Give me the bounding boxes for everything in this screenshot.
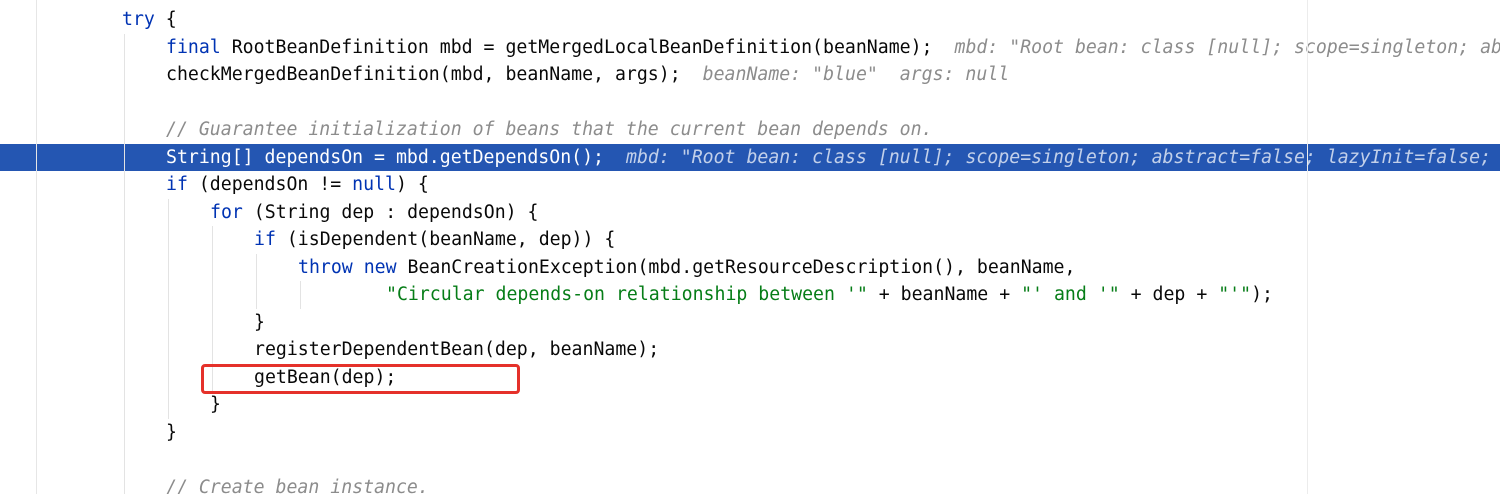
code-token: (dependsOn !=	[187, 174, 353, 195]
code-token-keyword: if	[254, 229, 276, 250]
code-token: registerDependentBean(dep, beanName);	[254, 339, 660, 360]
code-string: "'"	[1218, 284, 1252, 305]
indent-guide	[168, 199, 169, 419]
code-token-keyword: if	[166, 174, 188, 195]
code-comment: // Create bean instance.	[166, 476, 429, 494]
code-line[interactable]: // Create bean instance.	[0, 474, 1500, 494]
code-token: BeanCreationException(mbd.getResourceDes…	[396, 256, 1076, 278]
code-area[interactable]: try { final RootBeanDefinition mbd = get…	[0, 6, 1500, 494]
code-token: }	[210, 394, 221, 415]
code-line[interactable]: // Guarantee initialization of beans tha…	[0, 116, 1500, 144]
code-line[interactable]: checkMergedBeanDefinition(mbd, beanName,…	[0, 61, 1500, 89]
code-token: {	[154, 9, 177, 30]
right-margin-guide	[1307, 0, 1308, 494]
code-line[interactable]: registerDependentBean(dep, beanName);	[0, 336, 1500, 364]
code-line[interactable]: try {	[0, 6, 1500, 34]
code-token: (String dep : dependsOn) {	[242, 201, 539, 223]
code-editor[interactable]: try { final RootBeanDefinition mbd = get…	[0, 0, 1500, 494]
code-token: String[] dependsOn = mbd.getDependsOn();	[166, 146, 604, 168]
code-string: "Circular depends-on relationship betwee…	[386, 284, 868, 305]
code-token: );	[1251, 284, 1273, 305]
code-token: + beanName +	[867, 284, 1022, 305]
execution-point-line[interactable]: String[] dependsOn = mbd.getDependsOn();…	[0, 143, 1500, 171]
indent-guide	[300, 281, 301, 309]
code-line-empty[interactable]	[0, 446, 1500, 474]
code-line[interactable]: if (dependsOn != null) {	[0, 171, 1500, 199]
indent-guide	[256, 254, 257, 309]
code-line[interactable]: if (isDependent(beanName, dep)) {	[0, 226, 1500, 254]
code-token: checkMergedBeanDefinition(mbd, beanName,…	[166, 64, 681, 85]
code-line[interactable]: throw new BeanCreationException(mbd.getR…	[0, 254, 1500, 282]
code-token: }	[254, 311, 265, 333]
code-token-keyword: new	[363, 256, 397, 278]
code-line[interactable]: }	[0, 309, 1500, 337]
inline-debug-value: mbd: "Root bean: class [null]; scope=sin…	[954, 36, 1500, 58]
code-token: RootBeanDefinition mbd = getMergedLocalB…	[220, 36, 933, 58]
code-token: + dep +	[1119, 284, 1219, 305]
code-token-keyword: throw	[298, 256, 353, 278]
code-line[interactable]: }	[0, 419, 1500, 447]
indent-guide	[124, 34, 125, 494]
code-line[interactable]: }	[0, 391, 1500, 419]
inline-debug-value: beanName: "blue" args: null	[702, 64, 1010, 85]
code-token-keyword: for	[210, 201, 243, 223]
code-string: "' and '"	[1021, 284, 1120, 305]
code-line[interactable]: final RootBeanDefinition mbd = getMerged…	[0, 34, 1500, 62]
code-token-keyword: null	[352, 174, 396, 195]
code-token: }	[166, 421, 177, 443]
code-token: (isDependent(beanName, dep)) {	[275, 229, 616, 250]
code-line[interactable]: for (String dep : dependsOn) {	[0, 199, 1500, 227]
inline-debug-value: mbd: "Root bean: class [null]; scope=sin…	[626, 146, 1492, 168]
gutter-divider	[36, 0, 37, 494]
red-highlight-box	[201, 364, 520, 394]
code-comment: // Guarantee initialization of beans tha…	[166, 119, 933, 140]
code-token-keyword: final	[166, 36, 221, 58]
code-token: ) {	[395, 174, 429, 195]
code-line-empty[interactable]	[0, 89, 1500, 117]
code-token-keyword: try	[122, 9, 155, 30]
code-line[interactable]: "Circular depends-on relationship betwee…	[0, 281, 1500, 309]
